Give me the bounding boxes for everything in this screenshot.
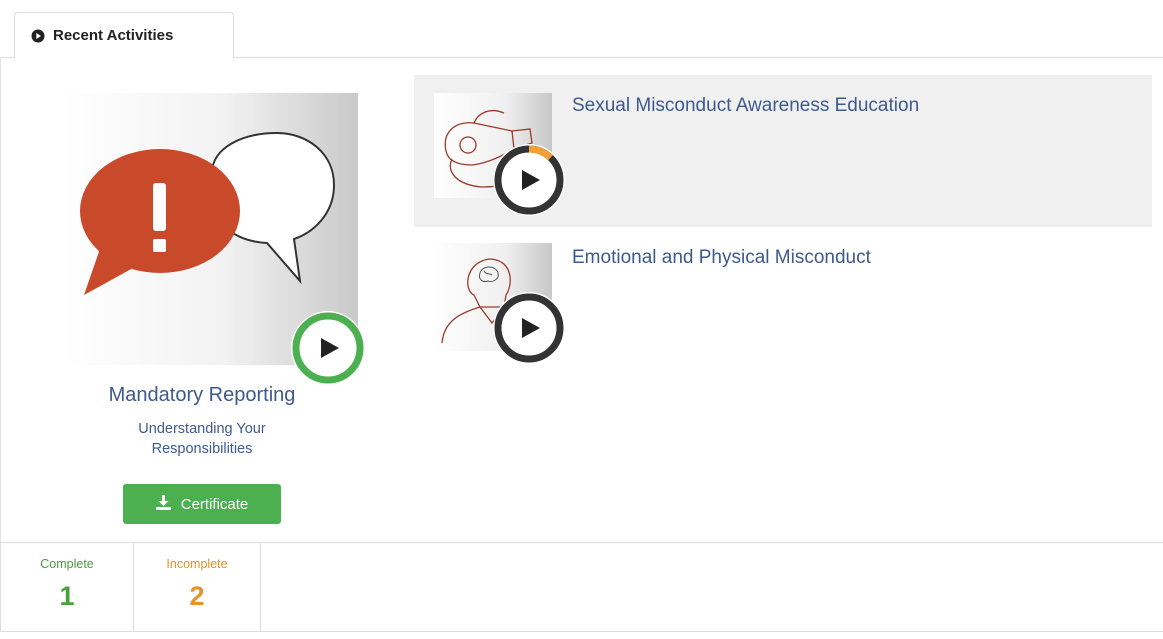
- activity-title[interactable]: Sexual Misconduct Awareness Education: [572, 95, 919, 117]
- complete-stat[interactable]: Complete 1: [0, 543, 134, 632]
- certificate-button[interactable]: Certificate: [123, 484, 281, 524]
- stats-bar: Complete 1 Incomplete 2: [0, 542, 1163, 632]
- tab-recent-activities[interactable]: Recent Activities: [14, 12, 234, 59]
- complete-count: 1: [59, 581, 75, 611]
- activity-item[interactable]: Emotional and Physical Misconduct: [414, 229, 1152, 381]
- download-icon: [155, 494, 171, 514]
- activity-title[interactable]: Emotional and Physical Misconduct: [572, 247, 871, 269]
- play-button[interactable]: [287, 307, 369, 389]
- play-button[interactable]: [489, 140, 569, 220]
- incomplete-count: 2: [189, 581, 205, 611]
- activity-item[interactable]: Sexual Misconduct Awareness Education: [414, 75, 1152, 227]
- tab-bar: Recent Activities: [0, 0, 1163, 59]
- incomplete-label: Incomplete: [166, 557, 228, 571]
- activity-thumbnail[interactable]: [434, 243, 586, 364]
- certificate-label: Certificate: [180, 495, 249, 513]
- featured-course-title[interactable]: Mandatory Reporting: [40, 384, 364, 407]
- circle-play-icon: [31, 29, 45, 43]
- featured-course-subtitle: Understanding Your Responsibilities: [138, 421, 266, 457]
- tab-label: Recent Activities: [53, 27, 174, 44]
- incomplete-stat[interactable]: Incomplete 2: [134, 543, 261, 632]
- complete-label: Complete: [40, 557, 94, 571]
- play-button[interactable]: [489, 288, 569, 368]
- activity-thumbnail[interactable]: [434, 93, 586, 216]
